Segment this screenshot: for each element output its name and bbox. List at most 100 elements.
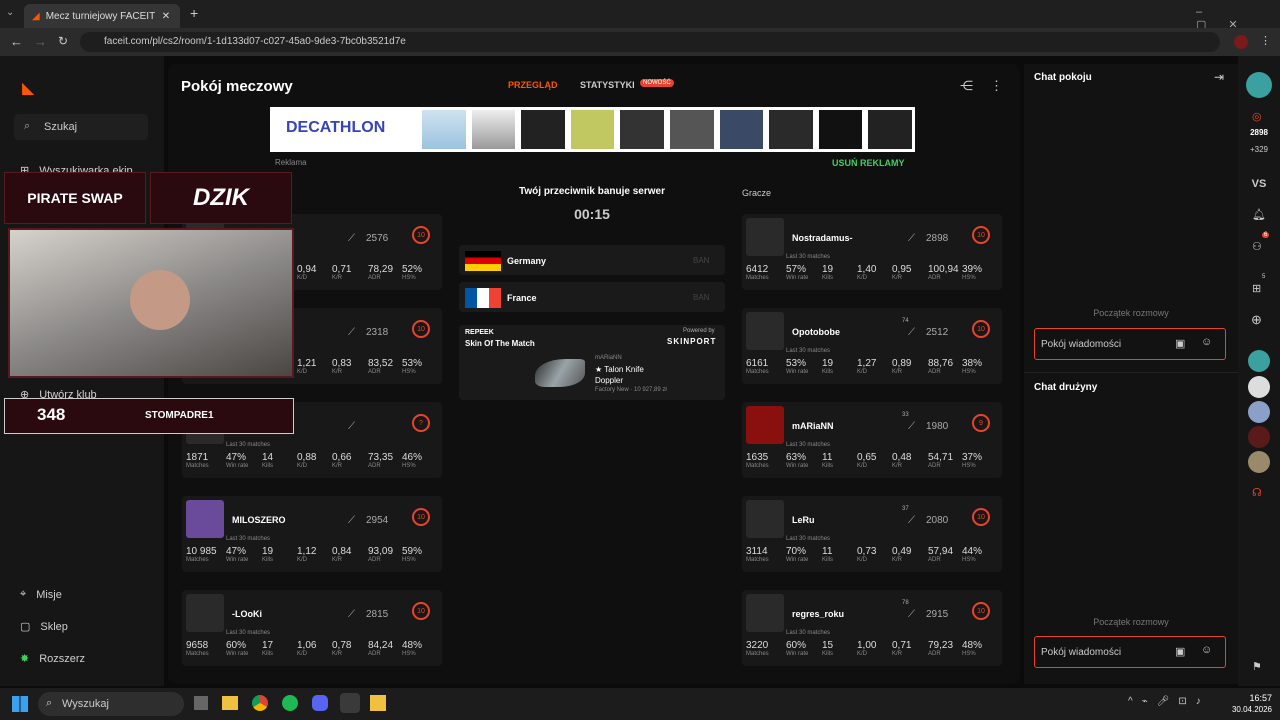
ad-banner[interactable]: DECATHLON (270, 107, 915, 152)
stat-kd: 1,21 K/D (297, 358, 316, 375)
forward-icon[interactable]: → (34, 34, 47, 49)
stat-label: K/D (857, 463, 868, 469)
stat-value: 0,65 (857, 452, 877, 463)
stat-winrate: 47% Win rate (226, 546, 248, 563)
image-icon[interactable]: ▣ (1175, 337, 1185, 350)
stream-overlay: PIRATE SWAP DZIK 348 STOMPADRE1 (4, 172, 296, 436)
parties-icon[interactable]: ⊞ (1252, 282, 1261, 295)
player-name[interactable]: -LOoKi (232, 609, 262, 619)
player-name[interactable]: LeRu (792, 515, 815, 525)
stat-label: Kills (822, 369, 834, 375)
profile-avatar[interactable] (1234, 35, 1248, 49)
stat-label: Matches (746, 275, 769, 281)
file-explorer-icon[interactable] (222, 696, 238, 710)
share-icon[interactable]: ⋲ (960, 78, 973, 94)
player-card[interactable]: LeRu ⟋ 2080 10 37 Last 30 matches 3114 Match… (742, 496, 1002, 572)
server-row-france[interactable]: France BAN (459, 282, 725, 312)
skin-variant: Doppler (595, 376, 624, 385)
nav-shop[interactable]: ▢ Sklep (20, 620, 68, 634)
player-name[interactable]: regres_roku (792, 609, 844, 619)
tab-statistics[interactable]: STATYSTYKI (580, 80, 635, 90)
stat-hs: 39% HS% (962, 264, 982, 281)
player-avatar[interactable] (746, 312, 784, 350)
player-name[interactable]: Opotobobe (792, 327, 840, 337)
friends-icon[interactable]: ⚇ (1252, 240, 1262, 253)
image-icon[interactable]: ▣ (1175, 645, 1185, 658)
skin-name: ★ Talon Knife (595, 365, 644, 374)
ban-button[interactable]: BAN (693, 293, 709, 302)
close-tab-icon[interactable]: ✕ (162, 11, 170, 22)
player-card[interactable]: MILOSZERO ⟋ 2954 10 Last 30 matches 10 985… (182, 496, 442, 572)
player-card[interactable]: regres_roku ⟋ 2915 10 78 Last 30 matches 32… (742, 590, 1002, 666)
player-avatar[interactable] (186, 500, 224, 538)
stat-hs: 38% HS% (962, 358, 982, 375)
more-menu-icon[interactable]: ⋮ (990, 78, 1003, 94)
remove-ads-link[interactable]: USUŃ REKLAMY (832, 158, 905, 168)
nav-shop-label: Sklep (40, 620, 68, 633)
friend-avatar[interactable] (1248, 426, 1270, 448)
stat-value: 37% (962, 452, 983, 463)
user-avatar[interactable] (1246, 72, 1272, 98)
stat-kd: 1,06 K/D (297, 640, 316, 657)
chat-toggle-icon[interactable]: ⚑ (1252, 660, 1262, 673)
emoji-icon[interactable]: ☺ (1201, 336, 1212, 348)
collapse-chat-icon[interactable]: ⇥ (1214, 70, 1224, 84)
ban-button[interactable]: BAN (693, 256, 709, 265)
player-avatar[interactable] (746, 406, 784, 444)
obs-icon[interactable] (340, 693, 360, 713)
skin-of-match-card[interactable]: REPEEK Skin Of The Match Powered by SKIN… (459, 325, 725, 400)
room-message-input[interactable]: Pokój wiadomości ▣ ☺ (1034, 328, 1226, 360)
player-elo: 2318 (366, 327, 389, 338)
player-card[interactable]: mARiaNN ⟋ 1980 9 33 Last 30 matches 1635 Mat… (742, 402, 1002, 478)
player-name[interactable]: MILOSZERO (232, 515, 286, 525)
friend-avatar[interactable] (1248, 451, 1270, 473)
stat-matches: 6161 Matches (746, 358, 769, 375)
windows-start-icon[interactable] (12, 696, 28, 712)
menu-icon[interactable]: ⋮ (1260, 34, 1271, 47)
nav-missions[interactable]: ⌖ Misje (20, 588, 62, 601)
headset-icon[interactable]: ☊ (1252, 486, 1262, 499)
friend-avatar[interactable] (1248, 376, 1270, 398)
notifications-icon[interactable]: 🔔︎ (1252, 208, 1266, 221)
faceit-logo-icon[interactable]: ◣ (22, 78, 34, 98)
vs-button[interactable]: VS (1242, 178, 1276, 190)
app-icon[interactable] (370, 695, 386, 711)
player-card[interactable]: Opotobobe ⟋ 2512 10 74 Last 30 matches 6161… (742, 308, 1002, 384)
search-box[interactable]: ⌕ Szukaj (14, 114, 148, 140)
elo-delta: +329 (1249, 145, 1269, 154)
player-name[interactable]: mARiaNN (792, 421, 834, 431)
taskbar-search[interactable]: ⌕ Wyszukaj (38, 692, 184, 716)
stat-adr: 100,94 ADR (928, 264, 959, 281)
add-icon[interactable]: ⊕ (1251, 312, 1262, 328)
player-avatar[interactable] (746, 500, 784, 538)
player-avatar[interactable] (186, 594, 224, 632)
player-card[interactable]: Nostradamus- ⟋ 2898 10 Last 30 matches 641… (742, 214, 1002, 290)
chrome-icon[interactable] (252, 695, 268, 711)
browser-tab[interactable]: ◢ Mecz turniejowy FACEIT - FACEIT ✕ (24, 4, 180, 28)
friend-avatar[interactable] (1248, 401, 1270, 423)
task-view-icon[interactable] (194, 696, 208, 710)
discord-icon[interactable] (312, 695, 328, 711)
team-message-input[interactable]: Pokój wiadomości ▣ ☺ (1034, 636, 1226, 668)
sponsor-pirateswap: PIRATE SWAP (4, 172, 146, 224)
nav-expand[interactable]: ✸ Rozszerz (20, 652, 85, 666)
new-tab-icon[interactable]: + (190, 5, 198, 21)
server-row-germany[interactable]: Germany BAN (459, 245, 725, 275)
address-bar[interactable]: faceit.com/pl/cs2/room/1-1d133d07-c027-4… (80, 32, 1220, 52)
stat-kd: 1,12 K/D (297, 546, 316, 563)
spotify-icon[interactable] (282, 695, 298, 711)
back-icon[interactable]: ← (10, 34, 23, 49)
player-name[interactable]: Nostradamus- (792, 233, 853, 243)
tab-list-icon[interactable]: ⌄ (6, 7, 20, 21)
tab-overview[interactable]: PRZEGLĄD (508, 80, 558, 90)
reload-icon[interactable]: ↻ (58, 34, 68, 48)
friend-avatar[interactable] (1248, 350, 1270, 372)
stat-kd: 1,40 K/D (857, 264, 876, 281)
system-tray-icons[interactable]: ^⌁🎤︎⊡♪ (1128, 696, 1210, 707)
player-avatar[interactable] (746, 594, 784, 632)
emoji-icon[interactable]: ☺ (1201, 644, 1212, 656)
player-card[interactable]: -LOoKi ⟋ 2815 10 Last 30 matches 9658 Match… (182, 590, 442, 666)
stat-value: 1871 (186, 452, 209, 463)
player-avatar[interactable] (746, 218, 784, 256)
faceit-level-badge: 10 (972, 602, 990, 620)
